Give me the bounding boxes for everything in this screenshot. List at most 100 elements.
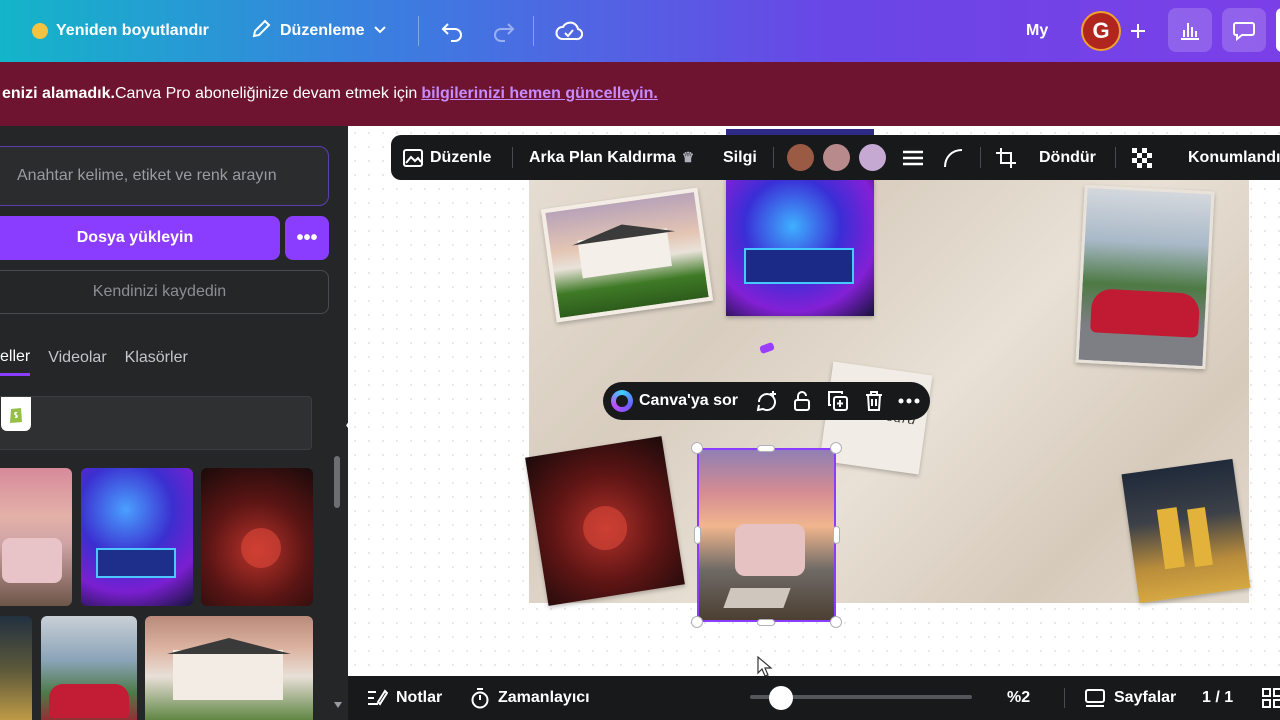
tab-folders[interactable]: Klasörler (125, 340, 188, 376)
canva-ai-icon (611, 390, 633, 412)
pages-label: Sayfalar (1114, 689, 1177, 706)
transparency-button[interactable] (1131, 135, 1153, 180)
position-button[interactable]: Konumlandır (1188, 135, 1280, 180)
divider (533, 16, 534, 46)
insights-button[interactable] (1168, 8, 1212, 52)
banner-bold-text: enizi alamadık. (2, 85, 115, 102)
upload-thumbnail[interactable] (201, 468, 313, 606)
cloud-save-button[interactable] (551, 13, 587, 49)
position-label: Konumlandır (1188, 148, 1280, 166)
ask-canva-button[interactable]: Canva'ya sor (611, 382, 738, 420)
background-remover-label: Arka Plan Kaldırma (529, 148, 676, 166)
avatar[interactable]: G (1081, 11, 1121, 51)
notes-button[interactable]: Notlar (366, 676, 442, 720)
crop-icon (996, 147, 1016, 168)
eraser-button[interactable]: Silgi (723, 135, 757, 180)
resize-handle-top-left[interactable] (691, 442, 703, 454)
redo-button[interactable] (486, 13, 522, 49)
timer-button[interactable]: Zamanlayıcı (470, 676, 590, 720)
cloud-check-icon (555, 21, 583, 41)
upload-thumbnail[interactable] (0, 468, 72, 606)
more-options-button[interactable]: ••• (285, 216, 329, 260)
shopify-tile[interactable] (0, 396, 312, 450)
resize-handle-right[interactable] (833, 526, 840, 544)
crop-button[interactable] (995, 135, 1017, 180)
tab-images[interactable]: eller (0, 340, 31, 376)
record-yourself-button[interactable]: Kendinizi kaydedin (0, 270, 329, 314)
checkerboard-icon (1132, 147, 1152, 168)
edit-mode-label: Düzenleme (280, 22, 365, 39)
grid-icon (1262, 688, 1280, 708)
resize-label: Yeniden boyutlandır (56, 22, 209, 39)
red-car-photo[interactable] (1075, 184, 1215, 370)
trash-icon (866, 391, 882, 411)
divider (512, 147, 513, 168)
image-edit-icon (403, 148, 423, 167)
gaming-room-photo[interactable] (726, 178, 874, 316)
grid-view-button[interactable] (1262, 676, 1280, 720)
upload-files-button[interactable]: Dosya yükleyin (0, 216, 280, 260)
resize-handle-bottom[interactable] (757, 619, 775, 626)
scrollbar-thumb[interactable] (334, 456, 340, 508)
color-swatch-3[interactable] (859, 144, 886, 171)
rounded-corner-icon (944, 148, 963, 167)
divider (418, 16, 419, 46)
upload-thumbnail[interactable] (41, 616, 137, 720)
add-comment-button[interactable] (753, 382, 781, 420)
scroll-down-arrow-icon[interactable] (334, 702, 342, 708)
my-label[interactable]: My (1026, 0, 1048, 62)
tab-videos[interactable]: Videolar (48, 340, 106, 376)
more-actions-button[interactable] (895, 382, 923, 420)
upload-thumbnail[interactable] (0, 616, 32, 720)
add-collaborator-button[interactable] (1120, 13, 1156, 49)
edit-image-button[interactable]: Düzenle (402, 135, 491, 180)
top-bar: Yeniden boyutlandır Düzenleme My G (0, 0, 1280, 62)
color-swatch-2[interactable] (823, 144, 850, 171)
corner-rounding-button[interactable] (942, 135, 964, 180)
update-billing-link[interactable]: bilgilerinizi hemen güncelleyin. (421, 85, 658, 103)
divider (1064, 688, 1065, 708)
pencil-icon (250, 18, 272, 45)
image-toolbar: Düzenle Arka Plan Kaldırma ♛ Silgi Döndü… (391, 135, 1280, 180)
delete-button[interactable] (860, 382, 888, 420)
zoom-slider-knob[interactable] (769, 686, 793, 710)
pages-icon (1085, 689, 1105, 707)
night-street-photo[interactable] (1121, 458, 1251, 604)
resize-handle-top-right[interactable] (830, 442, 842, 454)
fans-photo[interactable] (525, 436, 685, 606)
search-input[interactable]: Anahtar kelime, etiket ve renk arayın (0, 146, 329, 206)
resize-handle-bottom-right[interactable] (830, 616, 842, 628)
search-placeholder: Anahtar kelime, etiket ve renk arayın (17, 167, 277, 184)
chevron-down-icon (372, 21, 388, 42)
timer-label: Zamanlayıcı (498, 689, 590, 706)
house-photo[interactable] (540, 187, 714, 323)
resize-handle-top[interactable] (757, 445, 775, 452)
pages-button[interactable]: Sayfalar (1084, 676, 1176, 720)
resize-handle-bottom-left[interactable] (691, 616, 703, 628)
rotate-label: Döndür (1039, 148, 1096, 166)
background-remover-button[interactable]: Arka Plan Kaldırma ♛ (529, 135, 694, 180)
divider (773, 147, 774, 168)
ellipsis-icon (898, 398, 920, 404)
edit-mode-button[interactable]: Düzenleme (250, 0, 388, 62)
resize-handle-left[interactable] (694, 526, 701, 544)
undo-button[interactable] (434, 13, 470, 49)
payment-banner: enizi alamadık. Canva Pro aboneliğinize … (0, 62, 1280, 126)
element-toolbar: Canva'ya sor (603, 382, 930, 420)
share-button[interactable] (1276, 8, 1280, 52)
resize-button[interactable]: Yeniden boyutlandır (32, 0, 209, 62)
upload-thumbnail[interactable] (81, 468, 193, 606)
border-style-button[interactable] (901, 135, 925, 180)
notes-label: Notlar (396, 689, 443, 706)
lock-icon (794, 391, 810, 411)
divider (1115, 147, 1116, 168)
duplicate-button[interactable] (824, 382, 852, 420)
rotate-button[interactable]: Döndür (1039, 135, 1096, 180)
lock-button[interactable] (788, 382, 816, 420)
comments-button[interactable] (1222, 8, 1266, 52)
upload-thumbnail[interactable] (145, 616, 313, 720)
color-swatch-1[interactable] (787, 144, 814, 171)
edit-image-label: Düzenle (430, 148, 492, 166)
zoom-level[interactable]: %2 (1007, 676, 1030, 720)
ask-canva-label: Canva'ya sor (639, 392, 738, 409)
